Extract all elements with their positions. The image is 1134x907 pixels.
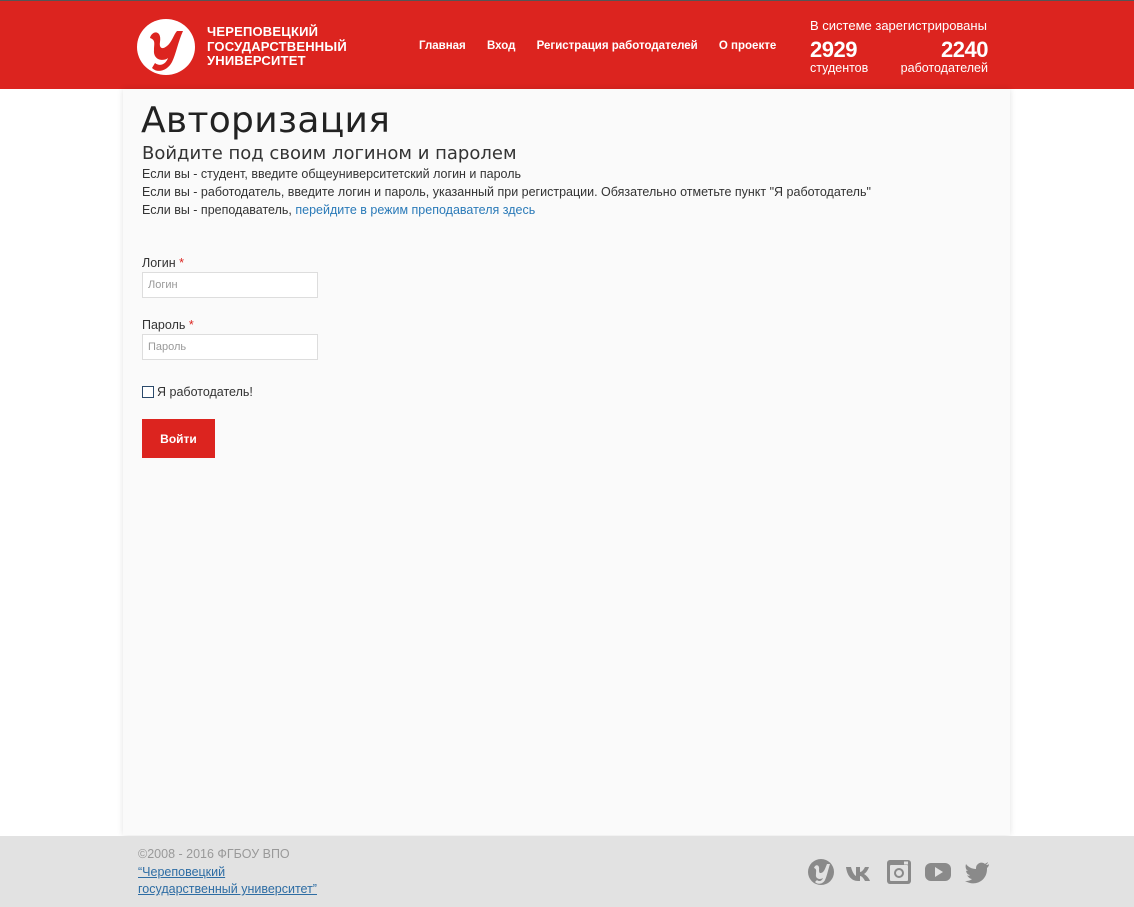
university-link-line-1[interactable]: “Череповецкий xyxy=(138,865,225,879)
instagram-icon[interactable] xyxy=(885,858,913,886)
nav-login[interactable]: Вход xyxy=(487,40,515,52)
info-student: Если вы - студент, введите общеуниверсит… xyxy=(142,167,522,181)
info-teacher-text: Если вы - преподаватель, xyxy=(142,203,296,217)
students-count: 2929 xyxy=(810,37,857,62)
university-link-line-2[interactable]: государственный университет” xyxy=(138,882,317,896)
university-name[interactable]: ЧЕРЕПОВЕЦКИЙ ГОСУДАРСТВЕННЫЙ УНИВЕРСИТЕТ xyxy=(207,24,347,69)
university-logo-icon[interactable] xyxy=(136,18,196,76)
nav-home[interactable]: Главная xyxy=(419,40,466,52)
nav-about[interactable]: О проекте xyxy=(719,40,776,52)
employers-label: работодателей xyxy=(900,61,988,75)
chsu-icon[interactable] xyxy=(807,858,835,886)
vk-icon[interactable] xyxy=(845,858,873,886)
nav-employer-registration[interactable]: Регистрация работодателей xyxy=(537,40,698,52)
employer-checkbox-row[interactable]: Я работодатель! xyxy=(142,385,253,399)
site-footer: ©2008 - 2016 ФГБОУ ВПО “Череповецкий гос… xyxy=(0,836,1134,907)
required-mark: * xyxy=(188,318,194,332)
submit-button[interactable]: Войти xyxy=(142,419,215,458)
page-title: Авторизация xyxy=(141,100,391,141)
teacher-mode-link[interactable]: перейдите в режим преподавателя здесь xyxy=(295,203,535,217)
info-teacher: Если вы - преподаватель, перейдите в реж… xyxy=(142,203,535,217)
stats-title: В системе зарегистрированы xyxy=(810,18,987,33)
employers-count: 2240 xyxy=(941,37,988,62)
required-mark: * xyxy=(179,256,184,270)
copyright: ©2008 - 2016 ФГБОУ ВПО xyxy=(138,847,290,861)
students-label: студентов xyxy=(810,61,869,75)
login-label-text: Логин xyxy=(142,256,176,270)
youtube-icon[interactable] xyxy=(924,858,952,886)
login-label: Логин * xyxy=(142,256,184,270)
logo-line-3: УНИВЕРСИТЕТ xyxy=(207,53,306,68)
main-nav: Главная Вход Регистрация работодателей О… xyxy=(419,40,794,52)
password-input[interactable] xyxy=(142,334,318,360)
employer-checkbox-label: Я работодатель! xyxy=(157,385,253,399)
info-employer: Если вы - работодатель, введите логин и … xyxy=(142,185,871,199)
password-label: Пароль * xyxy=(142,318,194,332)
site-header: ЧЕРЕПОВЕЦКИЙ ГОСУДАРСТВЕННЫЙ УНИВЕРСИТЕТ… xyxy=(0,1,1134,89)
logo-line-2: ГОСУДАРСТВЕННЫЙ xyxy=(207,38,347,54)
employers-stat: 2240 работодателей xyxy=(897,37,989,75)
twitter-icon[interactable] xyxy=(963,858,991,886)
students-stat: 2929 студентов xyxy=(810,38,868,75)
password-label-text: Пароль xyxy=(142,318,186,332)
employer-checkbox[interactable] xyxy=(142,386,154,398)
login-input[interactable] xyxy=(142,272,318,298)
page-subtitle: Войдите под своим логином и паролем xyxy=(142,143,517,164)
content-card xyxy=(123,89,1010,835)
logo-line-1: ЧЕРЕПОВЕЦКИЙ xyxy=(207,24,319,39)
